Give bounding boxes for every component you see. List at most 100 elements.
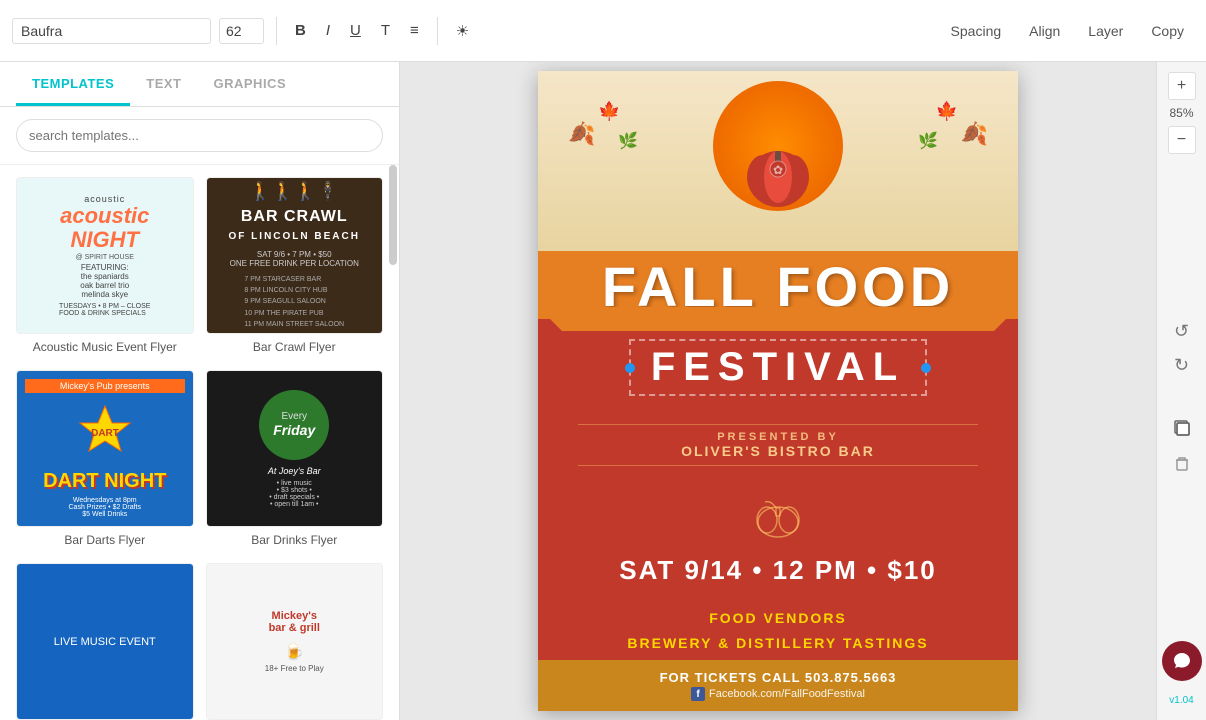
- spacing-button[interactable]: Spacing: [941, 19, 1012, 43]
- divider-2: [437, 17, 438, 45]
- sidebar-scrollbar[interactable]: [389, 165, 397, 720]
- festival-section: FESTIVAL: [558, 339, 998, 396]
- sidebar: TEMPLATES TEXT GRAPHICS acoustic acousti…: [0, 62, 400, 720]
- acoustic-venue: @ SPIRIT HOUSE: [76, 254, 134, 261]
- bardrinks-preview: Every Friday At Joey's Bar • live music•…: [207, 371, 383, 526]
- fall-food-text: FALL FOOD: [558, 259, 998, 315]
- template-acoustic[interactable]: acoustic acousticNIGHT @ SPIRIT HOUSE FE…: [16, 177, 194, 358]
- date-text: SAT 9/14 • 12 PM • $10: [558, 555, 998, 586]
- undo-button[interactable]: ↺: [1168, 318, 1196, 346]
- template-bardrinks[interactable]: Every Friday At Joey's Bar • live music•…: [206, 370, 384, 551]
- acoustic-sub: FEATURING:the spaniardsoak barrel triome…: [80, 263, 129, 299]
- bardrinks-friday: Friday: [273, 422, 315, 438]
- acoustic-thumb: acoustic acousticNIGHT @ SPIRIT HOUSE FE…: [16, 177, 194, 334]
- footer-phone: FOR TICKETS CALL 503.875.5663: [558, 670, 998, 685]
- acoustic-times: TUESDAYS • 8 PM – CLOSEFOOD & DRINK SPEC…: [59, 303, 150, 317]
- barcrawl-label: Bar Crawl Flyer: [206, 340, 384, 358]
- layer-button[interactable]: Layer: [1078, 19, 1133, 43]
- tab-templates[interactable]: TEMPLATES: [16, 62, 130, 106]
- tab-graphics[interactable]: GRAPHICS: [198, 62, 303, 106]
- blue-thumb: LIVE MUSIC EVENT: [16, 563, 194, 720]
- acoustic-label: Acoustic Music Event Flyer: [16, 340, 194, 358]
- brightness-button[interactable]: ☀: [450, 18, 475, 44]
- pumpkin-icon-section: [558, 482, 998, 547]
- mickeyspub-preview: Mickey'sbar & grill 🍺 18+ Free to Play: [207, 564, 383, 719]
- divider-bottom: [578, 465, 978, 466]
- pumpkin-top: ✿: [728, 99, 828, 224]
- bardrinks-thumb: Every Friday At Joey's Bar • live music•…: [206, 370, 384, 527]
- search-area: [0, 107, 399, 165]
- sidebar-tabs: TEMPLATES TEXT GRAPHICS: [0, 62, 399, 107]
- italic-button[interactable]: I: [320, 18, 336, 43]
- flyer-top-section: 🍂 🍁 🌿 🍂 🍁 🌿: [538, 71, 1018, 251]
- align-text-button[interactable]: Align: [1019, 19, 1070, 43]
- templates-grid: acoustic acousticNIGHT @ SPIRIT HOUSE FE…: [0, 165, 399, 720]
- barcrawl-sub: SAT 9/6 • 7 PM • $50ONE FREE DRINK PER L…: [230, 250, 359, 268]
- dart-label: Bar Darts Flyer: [16, 533, 194, 551]
- underline-button[interactable]: U: [344, 18, 367, 43]
- version-label: v1.04: [1169, 695, 1193, 706]
- tab-text[interactable]: TEXT: [130, 62, 197, 106]
- feature-1: FOOD VENDORS: [558, 606, 998, 631]
- selection-handle-right[interactable]: [921, 363, 931, 373]
- right-panel: + 85% − ↺ ↻ v1.04: [1156, 62, 1206, 720]
- facebook-icon: f: [691, 687, 705, 701]
- template-blue[interactable]: LIVE MUSIC EVENT: [16, 563, 194, 720]
- presented-section: PRESENTED BY OLIVER'S BISTRO BAR: [558, 424, 998, 466]
- bardrinks-label: Bar Drinks Flyer: [206, 533, 384, 551]
- feature-2: BREWERY & DISTILLERY TASTINGS: [558, 631, 998, 656]
- acoustic-preview: acoustic acousticNIGHT @ SPIRIT HOUSE FE…: [17, 178, 193, 333]
- flyer-canvas[interactable]: 🍂 🍁 🌿 🍂 🍁 🌿: [538, 71, 1018, 711]
- font-selector[interactable]: [12, 18, 211, 44]
- leaf-left-3: 🌿: [618, 131, 638, 151]
- mickeyspub-thumb: Mickey'sbar & grill 🍺 18+ Free to Play: [206, 563, 384, 720]
- bistro-name-text: OLIVER'S BISTRO BAR: [578, 443, 978, 459]
- date-section: SAT 9/14 • 12 PM • $10: [558, 555, 998, 586]
- evolution-icons: 🚶🚶🚶🕴: [249, 181, 339, 202]
- barcrawl-title: BAR CRAWLOF LINCOLN BEACH: [229, 208, 360, 244]
- zoom-in-button[interactable]: +: [1168, 72, 1196, 100]
- flyer-body: FESTIVAL PRESENTED BY OLIVER'S BISTRO BA…: [538, 339, 1018, 711]
- dart-header: Mickey's Pub presents: [25, 379, 185, 393]
- acoustic-night-text: acousticNIGHT: [60, 204, 149, 252]
- dart-sub: Wednesdays at 8pmCash Prizes • $2 Drafts…: [69, 497, 141, 518]
- svg-text:DART: DART: [91, 428, 119, 439]
- leaf-right-2: 🍁: [936, 101, 958, 122]
- dart-thumb: Mickey's Pub presents DART DART NIGHT We…: [16, 370, 194, 527]
- duplicate-button[interactable]: [1166, 412, 1198, 444]
- toolbar: B I U T ≡ ☀ Spacing Align Layer Copy: [0, 0, 1206, 62]
- selection-handle-left[interactable]: [625, 363, 635, 373]
- mickeyspub-sub: 18+ Free to Play: [265, 664, 324, 673]
- leaf-left-2: 🍁: [598, 101, 620, 122]
- divider-top: [578, 424, 978, 425]
- redo-button[interactable]: ↻: [1168, 352, 1196, 380]
- transform-button[interactable]: T: [375, 18, 396, 43]
- dart-star: DART: [75, 401, 135, 466]
- main-layout: TEMPLATES TEXT GRAPHICS acoustic acousti…: [0, 62, 1206, 720]
- template-mickeyspub[interactable]: Mickey'sbar & grill 🍺 18+ Free to Play: [206, 563, 384, 720]
- bardrinks-sub: • live music• $3 shots •• draft specials…: [269, 480, 319, 508]
- zoom-out-button[interactable]: −: [1168, 126, 1196, 154]
- footer-facebook: f Facebook.com/FallFoodFestival: [558, 687, 998, 701]
- presented-by-text: PRESENTED BY: [578, 431, 978, 443]
- font-size-input[interactable]: [219, 18, 264, 44]
- bold-button[interactable]: B: [289, 18, 312, 43]
- template-dart[interactable]: Mickey's Pub presents DART DART NIGHT We…: [16, 370, 194, 551]
- search-input[interactable]: [16, 119, 383, 152]
- canvas-area: 🍂 🍁 🌿 🍂 🍁 🌿: [400, 62, 1156, 720]
- barcrawl-venues: 7 PM STARCASER BAR8 PM LINCOLN CITY HUB9…: [244, 274, 344, 330]
- facebook-url: Facebook.com/FallFoodFestival: [709, 688, 865, 700]
- chat-button[interactable]: [1162, 641, 1202, 681]
- festival-text: FESTIVAL: [651, 345, 905, 390]
- svg-text:✿: ✿: [773, 163, 783, 177]
- delete-button[interactable]: [1168, 450, 1196, 478]
- dart-preview: Mickey's Pub presents DART DART NIGHT We…: [17, 371, 193, 526]
- bardrinks-circle: Every Friday: [259, 390, 329, 460]
- align-button[interactable]: ≡: [404, 18, 425, 43]
- copy-button[interactable]: Copy: [1141, 19, 1194, 43]
- template-barcrawl[interactable]: 🚶🚶🚶🕴 BAR CRAWLOF LINCOLN BEACH SAT 9/6 •…: [206, 177, 384, 358]
- beer-icon: 🍺: [284, 642, 304, 662]
- barcrawl-preview: 🚶🚶🚶🕴 BAR CRAWLOF LINCOLN BEACH SAT 9/6 •…: [207, 178, 383, 333]
- festival-box: FESTIVAL: [629, 339, 927, 396]
- barcrawl-thumb: 🚶🚶🚶🕴 BAR CRAWLOF LINCOLN BEACH SAT 9/6 •…: [206, 177, 384, 334]
